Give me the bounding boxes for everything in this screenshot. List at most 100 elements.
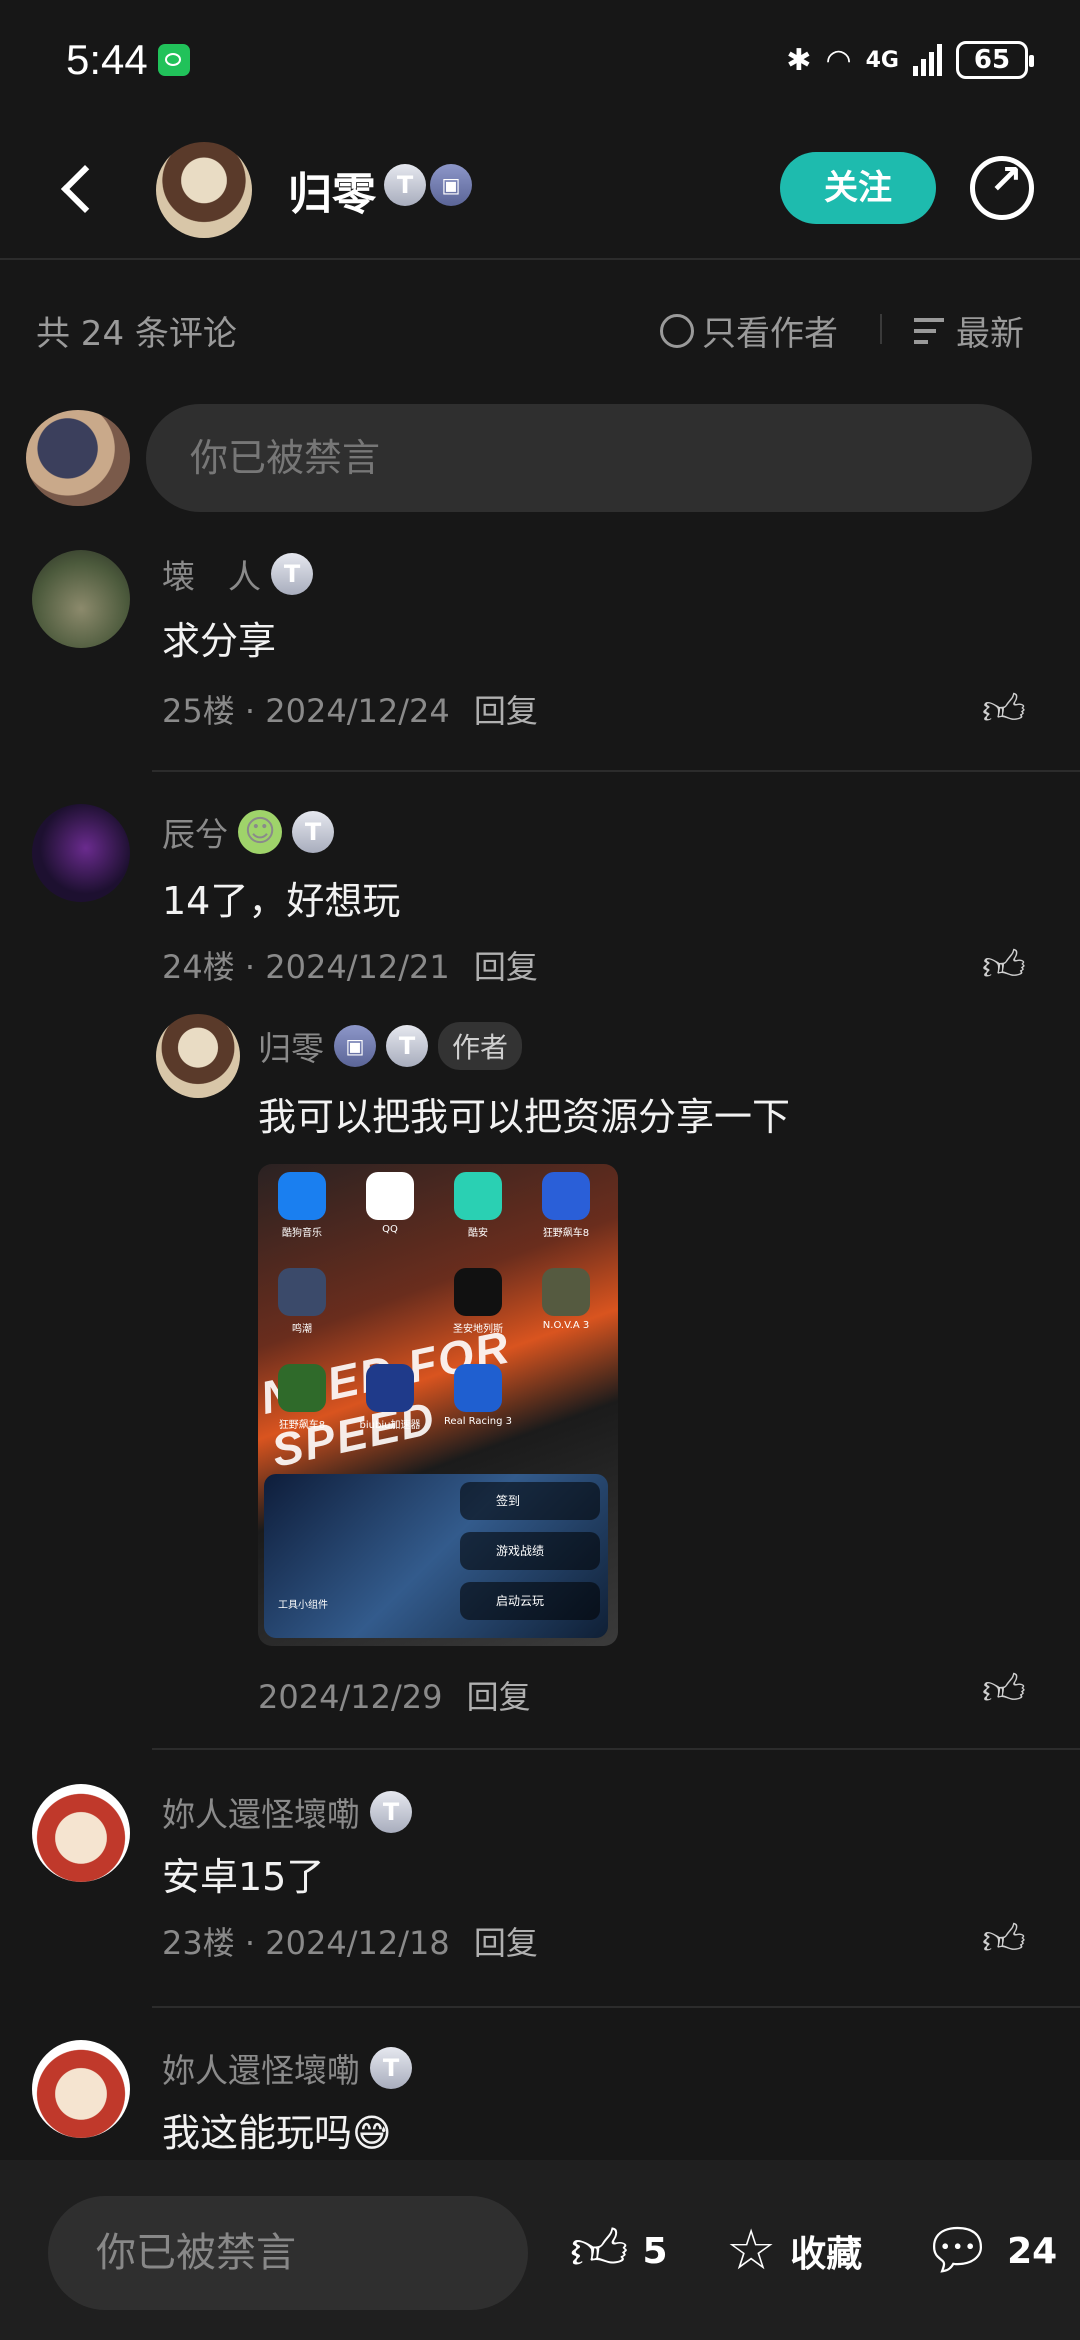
like-count: 5: [642, 2230, 668, 2272]
app-label: Real Racing 3: [443, 1416, 513, 1427]
commenter-avatar[interactable]: [32, 2040, 130, 2138]
my-avatar: [26, 410, 130, 506]
signal-icon: [913, 44, 942, 76]
sort-icon: [914, 316, 948, 346]
gamepad-badge-icon: ▣: [430, 164, 472, 206]
only-author-label: 只看作者: [702, 314, 838, 354]
comment-text: 14了，好想玩: [162, 879, 401, 923]
reply-date: 2024/12/29: [258, 1678, 443, 1716]
widget-pill: 签到: [460, 1482, 600, 1520]
comment-button[interactable]: 💬︎ 24: [922, 2216, 1057, 2286]
comment-divider: [152, 1748, 1080, 1750]
reply-author-name[interactable]: 归零 ▣ T 作者: [258, 1022, 523, 1070]
sweat-smile-emoji: 😅: [352, 2111, 392, 2155]
widget-pill: 游戏战绩: [460, 1532, 600, 1570]
only-author-toggle[interactable]: 只看作者: [660, 306, 838, 355]
comment-date: 2024/12/21: [265, 948, 450, 986]
comment-count: 24: [1007, 2230, 1058, 2272]
battery-icon: 65: [956, 41, 1034, 79]
wechat-notification-icon: [158, 44, 190, 76]
author-name[interactable]: 归零: [288, 158, 376, 222]
share-icon[interactable]: [970, 156, 1034, 220]
clock: 5:44: [66, 36, 148, 83]
comment-count: 共 24 条评论: [36, 314, 237, 354]
comment-text: 求分享: [162, 619, 277, 663]
app-label: QQ: [382, 1224, 398, 1235]
reply-text: 我可以把我可以把资源分享一下: [258, 1095, 791, 1139]
commenter-name[interactable]: 辰兮 ☺ T: [162, 808, 334, 856]
floor-number: 23楼: [162, 1924, 235, 1962]
thumbs-up-icon[interactable]: 👍︎: [978, 1666, 1030, 1714]
bottom-action-bar: 你已被禁言 👍︎ 5 ☆ 收藏 💬︎ 24: [0, 2160, 1080, 2340]
commenter-name[interactable]: 妳人還怪壞嘞 T: [162, 1788, 412, 1836]
wifi-icon: ◠: [825, 42, 852, 78]
star-icon: ☆: [726, 2218, 777, 2283]
collect-button[interactable]: ☆ 收藏: [726, 2216, 862, 2286]
comment-text: 安卓15了: [162, 1855, 325, 1899]
thumbs-up-icon[interactable]: 👍︎: [978, 686, 1030, 734]
asphalt-app-icon: [542, 1172, 590, 1220]
qq-app-icon: [366, 1172, 414, 1220]
level-badge-icon: T: [370, 2047, 412, 2089]
comment-date: 2024/12/24: [265, 692, 450, 730]
comment-item: 壊 人 T 求分享 25楼 · 2024/12/24 回复 👍︎: [0, 540, 1080, 770]
bottom-comment-input-disabled[interactable]: 你已被禁言: [48, 2196, 528, 2310]
gta-app-icon: [454, 1268, 502, 1316]
reply-button[interactable]: 回复: [474, 948, 538, 986]
comment-text: 我这能玩吗😅: [162, 2102, 392, 2157]
like-button[interactable]: 👍︎ 5: [570, 2216, 668, 2286]
character-badge-icon: ☺: [238, 810, 282, 854]
commenter-name[interactable]: 壊 人 T: [162, 550, 313, 598]
battery-level: 65: [973, 45, 1011, 75]
thumbs-up-icon[interactable]: 👍︎: [978, 942, 1030, 990]
reply-meta: 2024/12/29 回复: [258, 1672, 531, 1718]
commenter-name[interactable]: 妳人還怪壞嘞 T: [162, 2044, 412, 2092]
level-badge-icon: T: [386, 1025, 428, 1067]
comment-filter-bar: 共 24 条评论 只看作者 最新: [0, 300, 1080, 360]
post-header: 归零 T ▣ 关注: [0, 120, 1080, 260]
reply-image[interactable]: 酷狗音乐 QQ 酷安 狂野飙车8 鸣潮 圣安地列斯 N.O.V.A 3 NEED…: [258, 1164, 618, 1646]
commenter-avatar[interactable]: [32, 1784, 130, 1882]
comment-item: 妳人還怪壞嘞 T 安卓15了 23楼 · 2024/12/18 回复 👍︎: [0, 1780, 1080, 2010]
follow-button[interactable]: 关注: [780, 152, 936, 224]
reply-author-avatar[interactable]: [156, 1014, 240, 1098]
comment-text-body: 我这能玩吗: [162, 2111, 353, 2155]
app-label: biubiu加速器: [359, 1420, 421, 1431]
sort-toggle[interactable]: 最新: [914, 306, 1024, 355]
comment-meta: 23楼 · 2024/12/18 回复: [162, 1924, 538, 1962]
status-icons: ✱ ◠ 4G 65: [786, 36, 1034, 84]
comment-meta: 24楼 · 2024/12/21 回复: [162, 948, 538, 986]
app-label: 酷安: [468, 1228, 488, 1239]
filter-divider: [880, 314, 882, 344]
commenter-avatar[interactable]: [32, 550, 130, 648]
author-avatar[interactable]: [156, 142, 252, 238]
author-tag: 作者: [438, 1022, 523, 1070]
level-badge-icon: T: [292, 811, 334, 853]
commenter-name-text: 辰兮: [162, 815, 228, 854]
reply-button[interactable]: 回复: [474, 692, 538, 730]
radio-circle-icon: [660, 313, 694, 348]
reply-author-name-text: 归零: [258, 1029, 324, 1068]
comment-item: 妳人還怪壞嘞 T 我这能玩吗😅: [0, 2036, 1080, 2160]
thumbs-up-icon[interactable]: 👍︎: [978, 1916, 1030, 1964]
comment-input-disabled[interactable]: 你已被禁言: [146, 404, 1032, 512]
comment-divider: [152, 770, 1080, 772]
widget-pill: 启动云玩: [460, 1582, 600, 1620]
game-widget: 工具小组件 签到 游戏战绩 启动云玩: [264, 1474, 608, 1638]
back-arrow-icon[interactable]: [56, 160, 106, 220]
comment-meta: 25楼 · 2024/12/24 回复: [162, 692, 538, 730]
app-label: 狂野飙车8: [278, 1420, 326, 1431]
reply-button[interactable]: 回复: [474, 1924, 538, 1962]
reply-button[interactable]: 回复: [467, 1678, 531, 1716]
comment-divider: [152, 2006, 1080, 2008]
collect-label: 收藏: [790, 2234, 863, 2275]
commenter-name-text: 妳人還怪壞嘞: [162, 1795, 360, 1834]
level-badge-icon: T: [271, 553, 313, 595]
wuthering-app-icon: [278, 1268, 326, 1316]
comment-date: 2024/12/18: [265, 1924, 450, 1962]
status-bar: 5:44 ✱ ◠ 4G 65: [0, 0, 1080, 120]
commenter-avatar[interactable]: [32, 804, 130, 902]
biubiu-app-icon: [366, 1364, 414, 1412]
comment-bubble-icon: 💬︎: [922, 2218, 994, 2283]
level-badge-icon: T: [384, 164, 426, 206]
